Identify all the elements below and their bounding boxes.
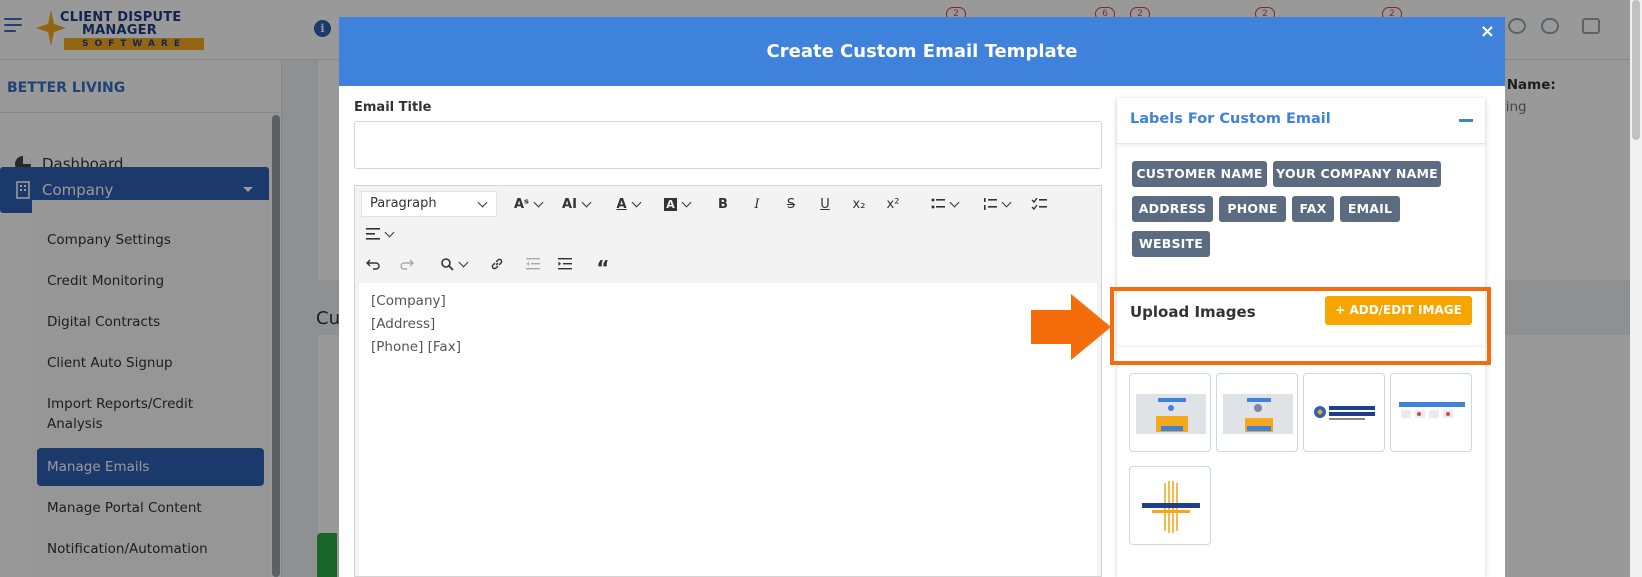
- image-thumbnail[interactable]: [1129, 373, 1211, 452]
- blockquote-button[interactable]: “: [591, 252, 615, 280]
- modal-header: Create Custom Email Template ×: [339, 17, 1505, 86]
- todo-list-button[interactable]: [1027, 192, 1051, 216]
- superscript-button[interactable]: x²: [881, 192, 905, 216]
- email-title-input[interactable]: [354, 121, 1102, 169]
- editor-line: [Company]: [371, 293, 446, 309]
- alignment-dropdown[interactable]: [359, 222, 399, 246]
- font-size-dropdown[interactable]: Aˢ: [507, 192, 549, 216]
- collapse-minus-icon[interactable]: [1459, 119, 1473, 122]
- find-replace-dropdown[interactable]: [431, 252, 475, 276]
- bulleted-list-icon: [931, 198, 945, 209]
- orange-arrow-icon: [1031, 294, 1111, 360]
- italic-button[interactable]: I: [745, 192, 769, 216]
- thumbnail-image-first-dispute: [1136, 394, 1206, 434]
- label-chip-fax[interactable]: FAX: [1292, 196, 1334, 222]
- label-chip-website[interactable]: WEBSITE: [1132, 231, 1210, 257]
- indent-icon: [558, 258, 572, 270]
- undo-button[interactable]: [361, 252, 385, 276]
- numbered-list-icon: [983, 198, 997, 210]
- thumbnail-image-cdm-logo: [1136, 479, 1206, 535]
- superscript-icon: x²: [886, 196, 900, 212]
- undo-icon: [366, 259, 380, 270]
- search-icon: [440, 258, 454, 271]
- editor-line: [Phone] [Fax]: [371, 339, 461, 355]
- font-color-icon: A: [616, 196, 627, 212]
- background-color-dropdown[interactable]: A: [655, 192, 699, 216]
- image-thumbnail[interactable]: [1390, 373, 1472, 452]
- subscript-button[interactable]: x₂: [847, 192, 871, 216]
- strikethrough-icon: S: [786, 196, 796, 212]
- labels-panel-title: Labels For Custom Email: [1130, 111, 1331, 127]
- editor-toolbar: Paragraph Aˢ AI A A B I S U x₂ x² “: [355, 186, 1101, 283]
- font-family-icon: AI: [562, 196, 577, 212]
- highlight-icon: A: [664, 197, 677, 211]
- italic-icon: I: [754, 196, 760, 212]
- font-family-dropdown[interactable]: AI: [555, 192, 597, 216]
- link-icon: [491, 258, 503, 270]
- upload-images-highlight-box: [1110, 287, 1491, 365]
- redo-button[interactable]: [395, 252, 419, 276]
- image-thumbnail[interactable]: [1216, 373, 1298, 452]
- align-left-icon: [365, 228, 380, 240]
- numbered-list-dropdown[interactable]: [975, 192, 1017, 216]
- underline-icon: U: [820, 196, 830, 212]
- modal-title: Create Custom Email Template: [766, 41, 1078, 62]
- page-scrollbar[interactable]: [1630, 0, 1642, 577]
- thumbnail-image-dashboard: [1397, 394, 1467, 434]
- rich-text-editor: Paragraph Aˢ AI A A B I S U x₂ x² “ [Com…: [354, 185, 1102, 577]
- quote-icon: “: [596, 256, 610, 280]
- editor-line: [Address]: [371, 316, 436, 332]
- bulleted-list-dropdown[interactable]: [923, 192, 965, 216]
- underline-button[interactable]: U: [813, 192, 837, 216]
- link-button[interactable]: [485, 252, 509, 276]
- indent-button[interactable]: [553, 252, 577, 276]
- labels-panel-header[interactable]: Labels For Custom Email: [1117, 98, 1485, 144]
- label-chip-phone[interactable]: PHONE: [1219, 196, 1286, 222]
- label-chip-your-company-name[interactable]: YOUR COMPANY NAME: [1273, 161, 1441, 187]
- checklist-icon: [1031, 198, 1047, 210]
- image-thumbnail[interactable]: [1303, 373, 1385, 452]
- redo-icon: [400, 259, 414, 270]
- bold-button[interactable]: B: [711, 192, 735, 216]
- thumbnail-image-recurring-billing: [1223, 394, 1293, 434]
- image-thumbnail[interactable]: [1129, 466, 1211, 545]
- font-color-dropdown[interactable]: A: [607, 192, 649, 216]
- font-size-icon: Aˢ: [513, 196, 529, 212]
- thumbnail-image-startup-credit-repair: [1310, 394, 1380, 434]
- email-title-label: Email Title: [354, 100, 432, 115]
- label-chip-address[interactable]: ADDRESS: [1132, 196, 1213, 222]
- close-icon[interactable]: ×: [1480, 21, 1495, 43]
- outdent-button[interactable]: [521, 252, 545, 276]
- strikethrough-button[interactable]: S: [779, 192, 803, 216]
- outdent-icon: [526, 258, 540, 270]
- label-chip-email[interactable]: EMAIL: [1340, 196, 1400, 222]
- bold-icon: B: [718, 196, 728, 212]
- editor-content-area[interactable]: [Company] [Address] [Phone] [Fax]: [359, 283, 1097, 576]
- subscript-icon: x₂: [852, 196, 866, 212]
- paragraph-select[interactable]: Paragraph: [361, 191, 497, 217]
- label-chip-customer-name[interactable]: CUSTOMER NAME: [1132, 161, 1267, 187]
